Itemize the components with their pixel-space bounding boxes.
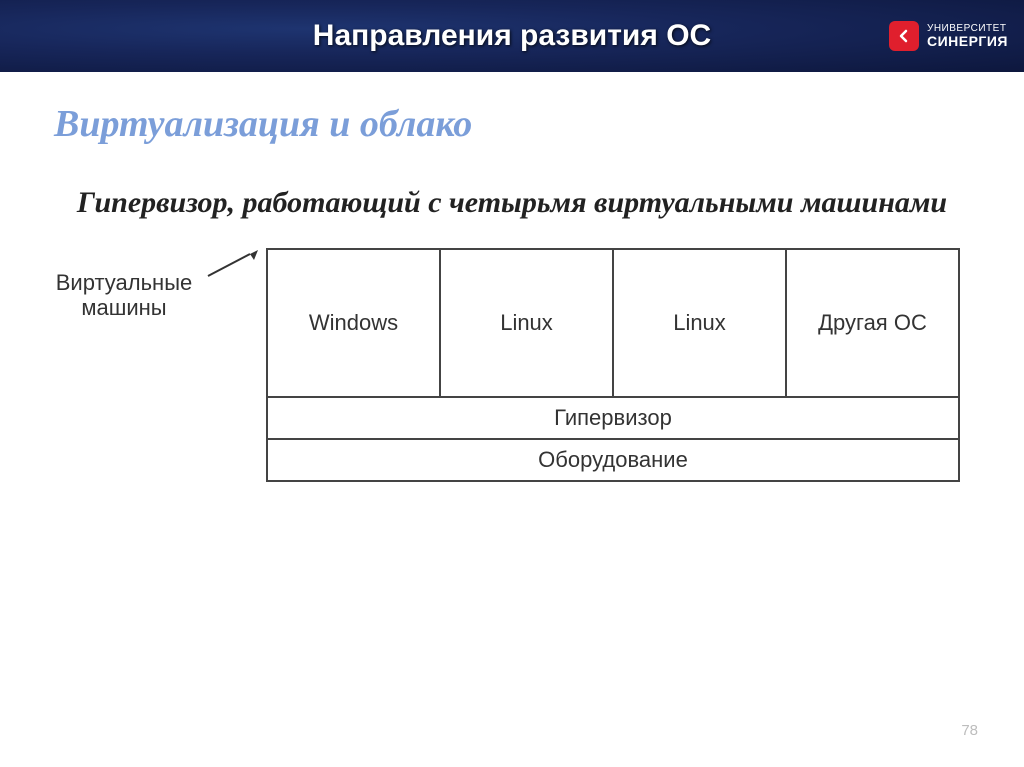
hardware-layer: Оборудование — [266, 440, 960, 482]
section-title: Виртуализация и облако — [0, 72, 1024, 146]
brand-text: УНИВЕРСИТЕТ СИНЕРГИЯ — [927, 24, 1008, 48]
brand-badge-icon — [889, 21, 919, 51]
vm-pointer-label: Виртуальные машины — [38, 270, 210, 321]
hypervisor-layer: Гипервизор — [266, 398, 960, 440]
vm-box: Другая ОС — [787, 250, 958, 396]
arrow-icon — [206, 248, 262, 280]
hypervisor-diagram: Виртуальные машины Windows Linux Linux Д… — [38, 248, 962, 482]
diagram-caption: Гипервизор, работающий с четырьмя виртуа… — [0, 146, 1024, 220]
brand-text-bottom: СИНЕРГИЯ — [927, 34, 1008, 48]
slide-title: Направления развития ОС — [313, 19, 711, 53]
vm-box: Windows — [268, 250, 441, 396]
brand-block: УНИВЕРСИТЕТ СИНЕРГИЯ — [889, 21, 1008, 51]
slide: Направления развития ОС УНИВЕРСИТЕТ СИНЕ… — [0, 0, 1024, 767]
diagram-stack: Windows Linux Linux Другая ОС Гипервизор… — [266, 248, 960, 482]
vm-box: Linux — [441, 250, 614, 396]
vm-row: Windows Linux Linux Другая ОС — [266, 248, 960, 398]
slide-header: Направления развития ОС УНИВЕРСИТЕТ СИНЕ… — [0, 0, 1024, 72]
slide-number: 78 — [961, 722, 978, 739]
vm-box: Linux — [614, 250, 787, 396]
